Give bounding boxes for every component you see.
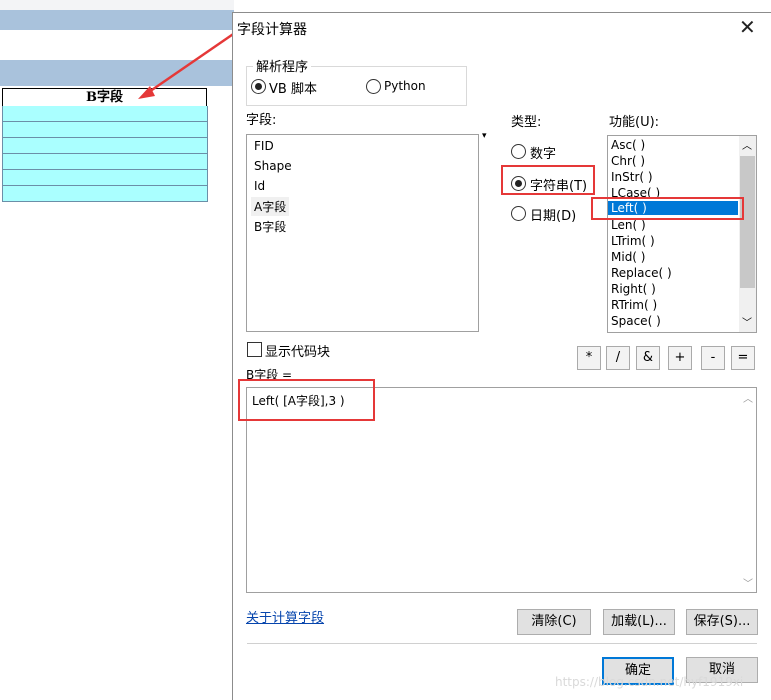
operator-multiply-button[interactable]: *	[577, 346, 601, 370]
function-item-instr[interactable]: InStr( )	[611, 170, 653, 184]
radio-number[interactable]	[511, 144, 526, 159]
function-item-replace[interactable]: Replace( )	[611, 266, 672, 280]
field-item-id[interactable]: Id	[254, 179, 265, 193]
scroll-down-icon[interactable]: ﹀	[742, 314, 752, 329]
fields-dropdown-icon[interactable]: ▾	[482, 131, 487, 141]
fields-listbox[interactable]: FID Shape Id A字段 B字段	[246, 134, 479, 332]
highlight-left-function	[591, 197, 744, 220]
function-item-asc[interactable]: Asc( )	[611, 138, 645, 152]
watermark-text: https://blog.csdn.net/hyf1919xi	[555, 675, 744, 689]
function-item-rtrim[interactable]: RTrim( )	[611, 298, 657, 312]
type-label: 类型:	[511, 115, 542, 130]
operator-minus-button[interactable]: -	[701, 346, 725, 370]
radio-number-label: 数字	[530, 147, 557, 162]
field-item-fid[interactable]: FID	[254, 139, 274, 153]
operator-equals-button[interactable]: =	[731, 346, 755, 370]
highlight-expression	[238, 379, 375, 421]
operator-divide-button[interactable]: /	[606, 346, 630, 370]
parser-group-title: 解析程序	[253, 56, 312, 75]
function-item-right[interactable]: Right( )	[611, 282, 656, 296]
functions-label: 功能(U):	[609, 115, 660, 130]
dialog-title: 字段计算器	[237, 22, 307, 38]
function-item-space[interactable]: Space( )	[611, 314, 661, 328]
radio-vb-script[interactable]	[251, 79, 266, 94]
radio-python-label: Python	[384, 79, 426, 93]
save-button[interactable]: 保存(S)...	[686, 609, 758, 635]
functions-scroll-thumb[interactable]	[740, 156, 755, 288]
expression-scroll-down-icon[interactable]: ﹀	[743, 575, 753, 590]
scroll-up-icon[interactable]: ︿	[742, 137, 752, 152]
functions-scrollbar[interactable]: ︿ ﹀	[739, 136, 756, 332]
operator-plus-button[interactable]: +	[668, 346, 692, 370]
function-item-mid[interactable]: Mid( )	[611, 250, 645, 264]
about-calculate-field-link[interactable]: 关于计算字段	[246, 607, 324, 626]
clear-button[interactable]: 清除(C)	[517, 609, 591, 635]
function-item-ltrim[interactable]: LTrim( )	[611, 234, 655, 248]
highlight-string-type	[501, 165, 595, 195]
operator-concat-button[interactable]: &	[636, 346, 660, 370]
radio-date-label: 日期(D)	[530, 209, 577, 224]
radio-vb-script-label: VB 脚本	[269, 82, 317, 97]
field-item-a[interactable]: A字段	[251, 197, 290, 216]
field-item-shape[interactable]: Shape	[254, 159, 292, 173]
expression-scroll-up-icon[interactable]: ︿	[743, 390, 753, 405]
load-button[interactable]: 加载(L)...	[603, 609, 675, 635]
radio-date[interactable]	[511, 206, 526, 221]
close-icon[interactable]: ✕	[739, 15, 756, 39]
radio-python[interactable]	[366, 79, 381, 94]
fields-label: 字段:	[246, 113, 277, 128]
function-item-len[interactable]: Len( )	[611, 218, 646, 232]
field-item-b[interactable]: B字段	[254, 218, 286, 235]
functions-listbox[interactable]: Asc( ) Chr( ) InStr( ) LCase( ) Left( ) …	[607, 135, 757, 333]
show-codeblock-checkbox[interactable]	[247, 342, 262, 357]
show-codeblock-label: 显示代码块	[265, 345, 331, 360]
field-calculator-dialog: 字段计算器 ✕ 解析程序 VB 脚本 Python 字段: FID Shape …	[232, 12, 771, 700]
dialog-divider	[247, 643, 757, 644]
function-item-chr[interactable]: Chr( )	[611, 154, 645, 168]
